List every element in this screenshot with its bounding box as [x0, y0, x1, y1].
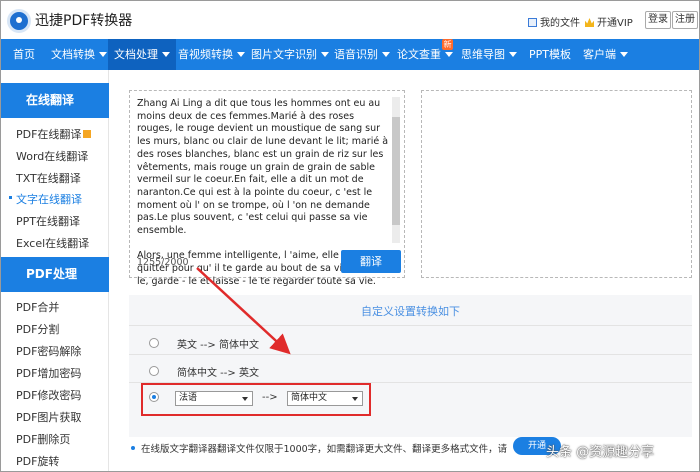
active-indicator-icon — [9, 196, 12, 199]
crown-icon — [585, 18, 594, 27]
vip-link[interactable]: 开通VIP — [585, 14, 633, 29]
sidebar-section-pdf: PDF处理 — [1, 257, 109, 292]
radio-zh-to-en[interactable] — [149, 366, 159, 376]
nav-client[interactable]: 客户端 — [583, 39, 628, 70]
hot-icon — [83, 130, 92, 138]
app-logo-icon — [7, 9, 31, 33]
chevron-down-icon — [321, 52, 329, 57]
nav-ppt-template[interactable]: PPT模板 — [529, 39, 571, 70]
chevron-down-icon — [509, 52, 517, 57]
sidebar-item-pdf-split[interactable]: PDF分割 — [16, 321, 59, 337]
login-button[interactable]: 登录 — [645, 11, 671, 29]
notice-text: 在线版文字翻译器翻译文件仅限于1000字，如需翻译更大文件、翻译更多格式文件，请 — [141, 444, 508, 455]
sidebar-item-pdf-unlock[interactable]: PDF密码解除 — [16, 343, 81, 359]
settings-title: 自定义设置转换如下 — [361, 305, 460, 318]
sidebar-section-translate: 在线翻译 — [1, 83, 109, 118]
nav-home[interactable]: 首页 — [13, 39, 35, 70]
sidebar-item-word-translate[interactable]: Word在线翻译 — [16, 148, 88, 164]
scrollbar-thumb[interactable] — [392, 117, 400, 225]
nav-document-process[interactable]: 文档处理 — [108, 39, 176, 70]
app-window: 迅捷PDF转换器 我的文件 开通VIP 登录 注册 首页 文档转换 文档处理 音… — [0, 0, 700, 472]
bullet-icon — [131, 446, 135, 450]
header: 迅捷PDF转换器 我的文件 开通VIP 登录 注册 — [1, 1, 699, 39]
my-files-label: 我的文件 — [540, 18, 580, 29]
file-icon — [528, 18, 537, 27]
sidebar-item-text-translate[interactable]: 文字在线翻译 — [16, 191, 82, 207]
register-button[interactable]: 注册 — [672, 11, 698, 29]
watermark: 头条 @资源趣分享 — [546, 445, 655, 460]
option-zh-to-en-label: 简体中文 --> 英文 — [177, 368, 259, 379]
sidebar-item-pdf-merge[interactable]: PDF合并 — [16, 299, 59, 315]
main-nav: 首页 文档转换 文档处理 音视频转换 图片文字识别 语音识别 论文查重 新 思维… — [1, 39, 699, 70]
sidebar-item-txt-translate[interactable]: TXT在线翻译 — [16, 170, 81, 186]
sidebar-item-excel-translate[interactable]: Excel在线翻译 — [16, 235, 89, 251]
scrollbar[interactable] — [392, 97, 400, 243]
vip-label: 开通VIP — [597, 18, 633, 29]
new-badge: 新 — [442, 39, 453, 50]
chevron-down-icon — [162, 52, 170, 57]
my-files-link[interactable]: 我的文件 — [528, 14, 580, 29]
sidebar-item-pdf-extract-images[interactable]: PDF图片获取 — [16, 409, 81, 425]
app-title: 迅捷PDF转换器 — [35, 13, 133, 29]
sidebar-item-ppt-translate[interactable]: PPT在线翻译 — [16, 213, 80, 229]
highlight-box — [141, 383, 371, 416]
sidebar-item-pdf-add-password[interactable]: PDF增加密码 — [16, 365, 81, 381]
chevron-down-icon — [237, 52, 245, 57]
sidebar-item-pdf-delete-pages[interactable]: PDF删除页 — [16, 431, 70, 447]
nav-document-convert[interactable]: 文档转换 — [51, 39, 107, 70]
sidebar-item-pdf-change-password[interactable]: PDF修改密码 — [16, 387, 81, 403]
translation-output-panel — [421, 90, 692, 278]
divider — [129, 325, 692, 326]
radio-en-to-zh[interactable] — [149, 338, 159, 348]
divider — [129, 354, 692, 355]
sidebar: 在线翻译 PDF在线翻译 Word在线翻译 TXT在线翻译 文字在线翻译 PPT… — [1, 70, 109, 471]
chevron-down-icon — [382, 52, 390, 57]
sidebar-item-pdf-translate[interactable]: PDF在线翻译 — [16, 126, 92, 142]
option-en-to-zh-label: 英文 --> 简体中文 — [177, 340, 259, 351]
chevron-down-icon — [99, 52, 107, 57]
chevron-down-icon — [445, 52, 453, 57]
translate-button[interactable]: 翻译 — [341, 250, 401, 273]
sidebar-item-pdf-rotate[interactable]: PDF旋转 — [16, 453, 59, 469]
nav-speech-recognition[interactable]: 语音识别 — [334, 39, 390, 70]
character-count: 1255/2000 — [137, 257, 189, 268]
nav-mind-map[interactable]: 思维导图 — [461, 39, 517, 70]
notice: 在线版文字翻译器翻译文件仅限于1000字，如需翻译更大文件、翻译更多格式文件，请 — [131, 441, 507, 455]
source-text-panel[interactable]: Zhang Ai Ling a dit que tous les hommes … — [129, 90, 405, 287]
chevron-down-icon — [620, 52, 628, 57]
nav-av-convert[interactable]: 音视频转换 — [178, 39, 245, 70]
nav-image-ocr[interactable]: 图片文字识别 — [251, 39, 329, 70]
